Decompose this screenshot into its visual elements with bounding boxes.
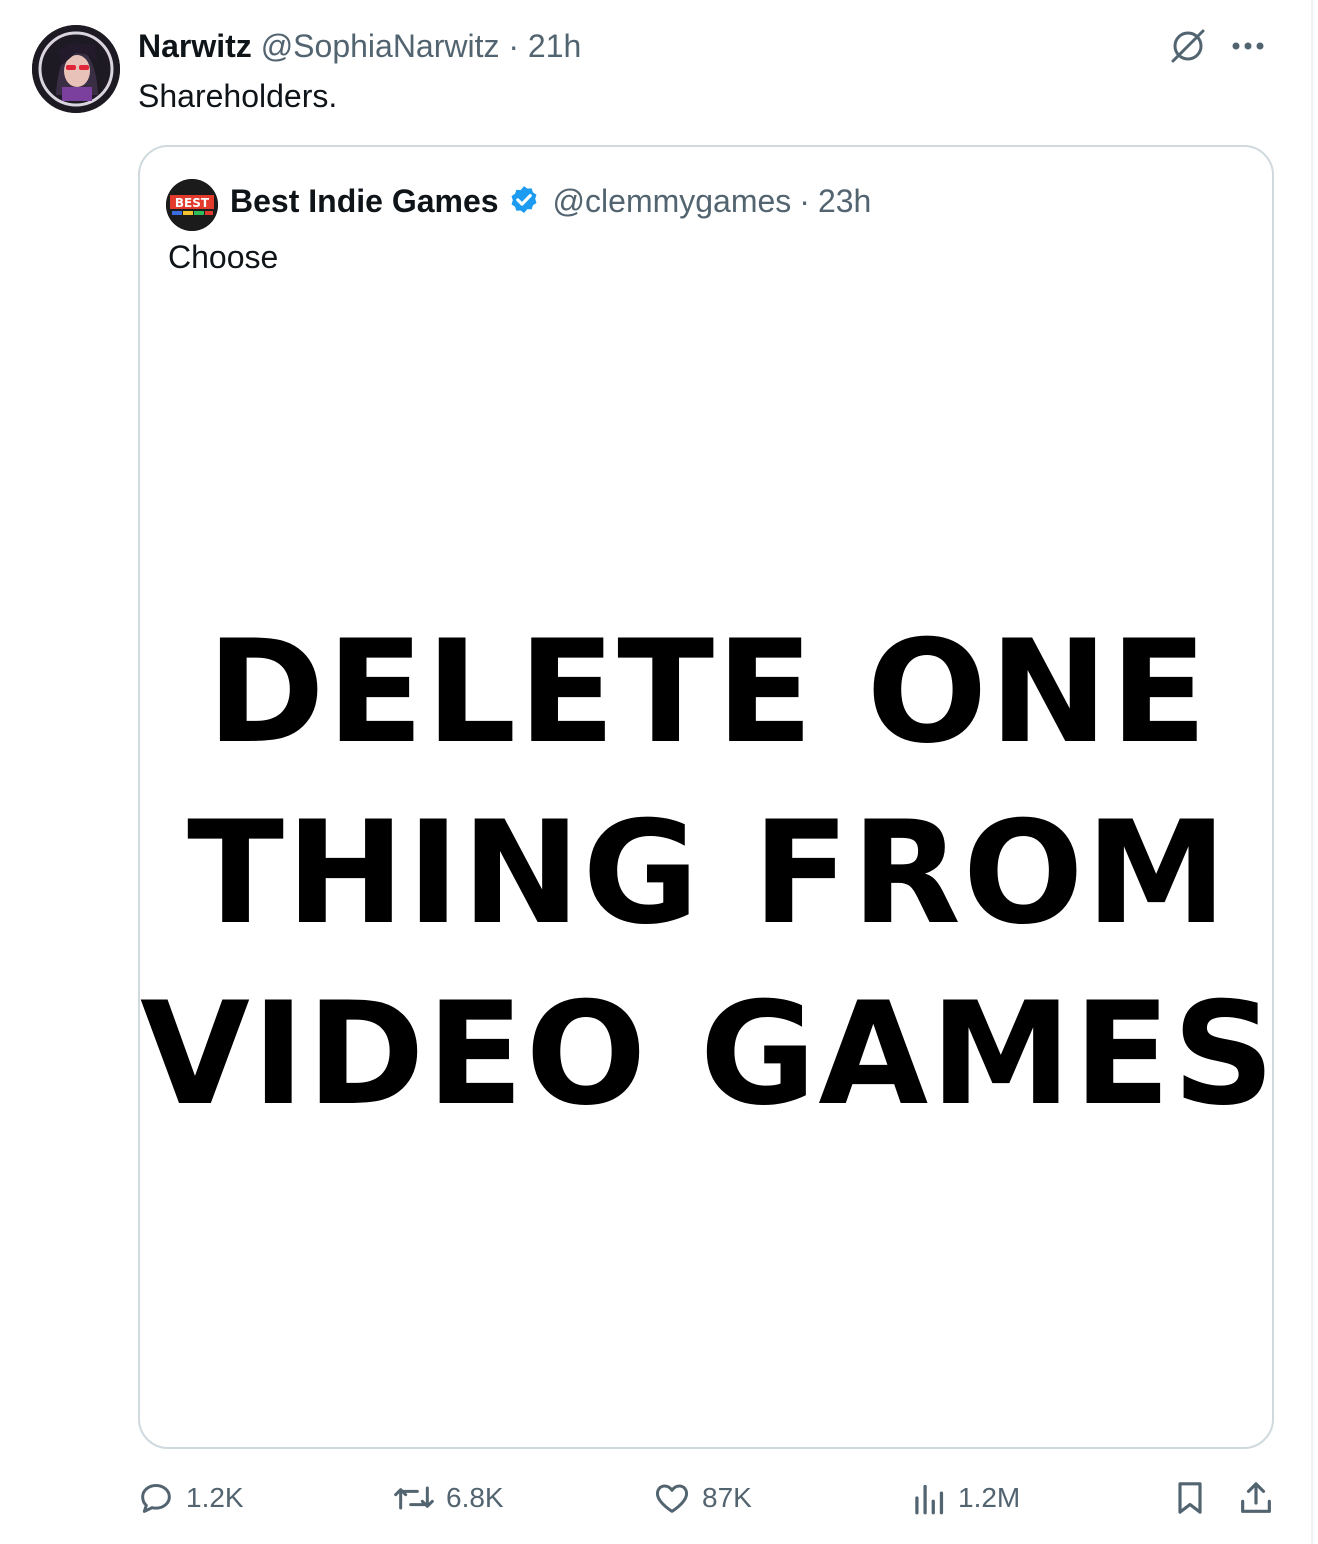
views-button[interactable]: 1.2M — [912, 1478, 1020, 1518]
media-headline-line: DELETE ONE — [206, 610, 1210, 775]
author-handle[interactable]: @SophiaNarwitz — [261, 28, 500, 64]
reply-icon — [141, 1484, 171, 1513]
avatar[interactable] — [32, 25, 120, 113]
quoted-time[interactable]: 23h — [818, 181, 871, 221]
action-bar: 1.2K 6.8K 87K 1.2M — [136, 1478, 1286, 1524]
media-image[interactable]: DELETE ONE THING FROM VIDEO GAMES — [140, 602, 1274, 1145]
post-header: Narwitz @SophiaNarwitz · 21h — [138, 26, 581, 66]
post-top-actions — [1168, 26, 1266, 66]
reply-count: 1.2K — [186, 1482, 244, 1513]
views-count: 1.2M — [958, 1482, 1021, 1513]
bookmark-button[interactable] — [1170, 1478, 1210, 1518]
separator: · — [799, 183, 810, 219]
views-icon — [915, 1484, 944, 1515]
quoted-avatar-logo-text: BEST — [175, 196, 210, 210]
quoted-post[interactable]: BEST Best Indie Games @clemmygames · 23h… — [138, 145, 1274, 1449]
like-count: 87K — [702, 1482, 752, 1513]
post-text: Shareholders. — [138, 78, 338, 114]
quoted-text: Choose — [168, 239, 279, 275]
bookmark-icon — [1178, 1482, 1202, 1514]
more-icon[interactable] — [1230, 40, 1266, 52]
verified-badge-icon — [507, 184, 541, 218]
separator: · — [508, 28, 520, 64]
share-icon — [1241, 1482, 1271, 1513]
author-name[interactable]: Narwitz — [138, 28, 252, 64]
like-button[interactable]: 87K — [652, 1478, 752, 1518]
media-headline-line: VIDEO GAMES — [140, 972, 1274, 1137]
repost-icon — [394, 1486, 434, 1510]
post-time[interactable]: 21h — [528, 28, 581, 64]
quoted-author-name[interactable]: Best Indie Games — [230, 181, 499, 221]
column-divider — [1311, 0, 1313, 1544]
quoted-handle[interactable]: @clemmygames — [553, 181, 792, 221]
reply-button[interactable]: 1.2K — [136, 1478, 244, 1518]
grok-icon[interactable] — [1168, 26, 1208, 66]
heart-icon — [655, 1484, 689, 1513]
share-button[interactable] — [1236, 1478, 1276, 1518]
quoted-header: Best Indie Games @clemmygames · 23h — [230, 181, 871, 221]
repost-button[interactable]: 6.8K — [392, 1478, 504, 1518]
media-headline-line: THING FROM — [187, 791, 1229, 956]
quoted-avatar[interactable]: BEST — [166, 179, 218, 231]
repost-count: 6.8K — [446, 1482, 504, 1513]
